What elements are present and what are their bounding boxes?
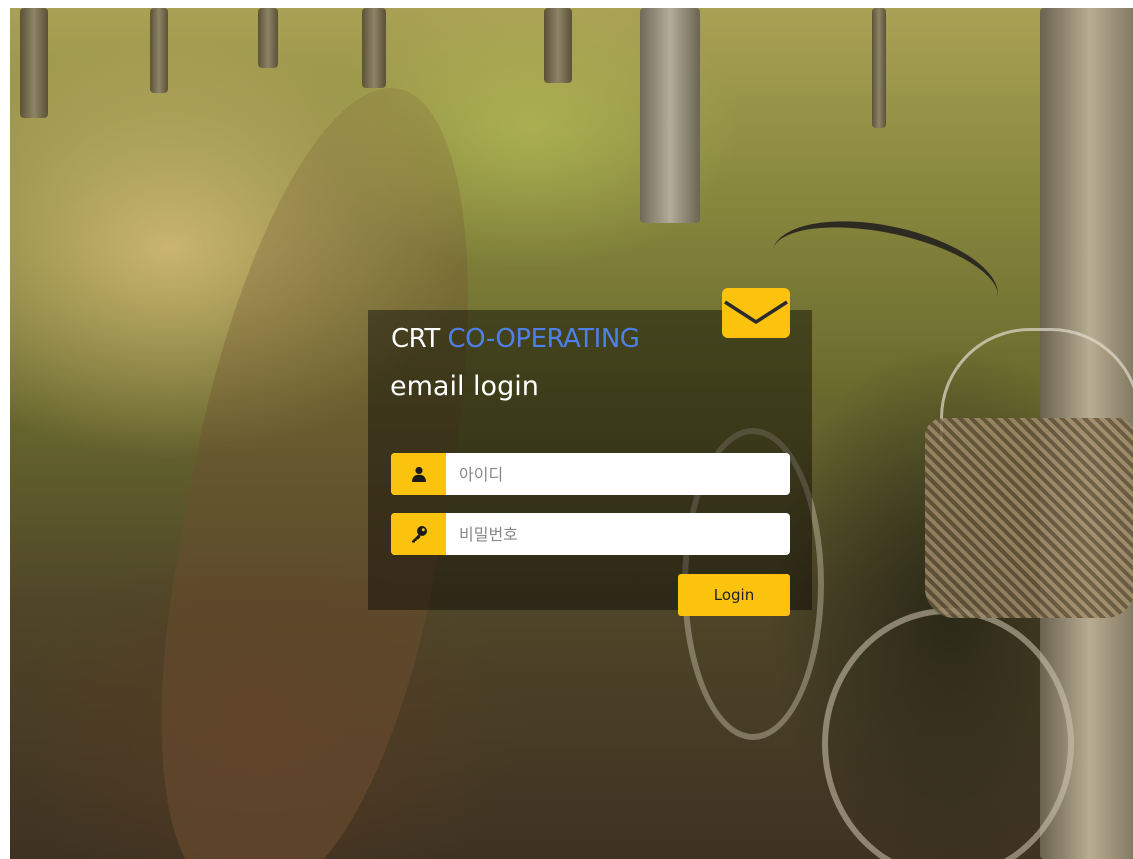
password-input[interactable] [446,513,789,555]
bicycle-front-wheel [822,608,1074,859]
tree-trunk [362,8,386,88]
tree-trunk [258,8,278,68]
tree-trunk [640,8,700,223]
page-title: CRT CO-OPERATING [391,324,640,354]
tree-trunk [150,8,168,93]
password-field [391,513,790,555]
user-icon [391,453,446,495]
tree-trunk [544,8,572,83]
login-button[interactable]: Login [678,574,790,616]
tree-trunk [20,8,48,118]
page-subtitle: email login [390,371,539,402]
envelope-icon [722,288,790,338]
username-input[interactable] [446,453,789,495]
username-field [391,453,790,495]
brand-prefix: CRT [391,324,440,354]
key-icon [391,513,446,555]
tree-trunk [872,8,886,128]
bicycle-basket [925,418,1133,618]
brand-accent: CO-OPERATING [447,324,640,354]
